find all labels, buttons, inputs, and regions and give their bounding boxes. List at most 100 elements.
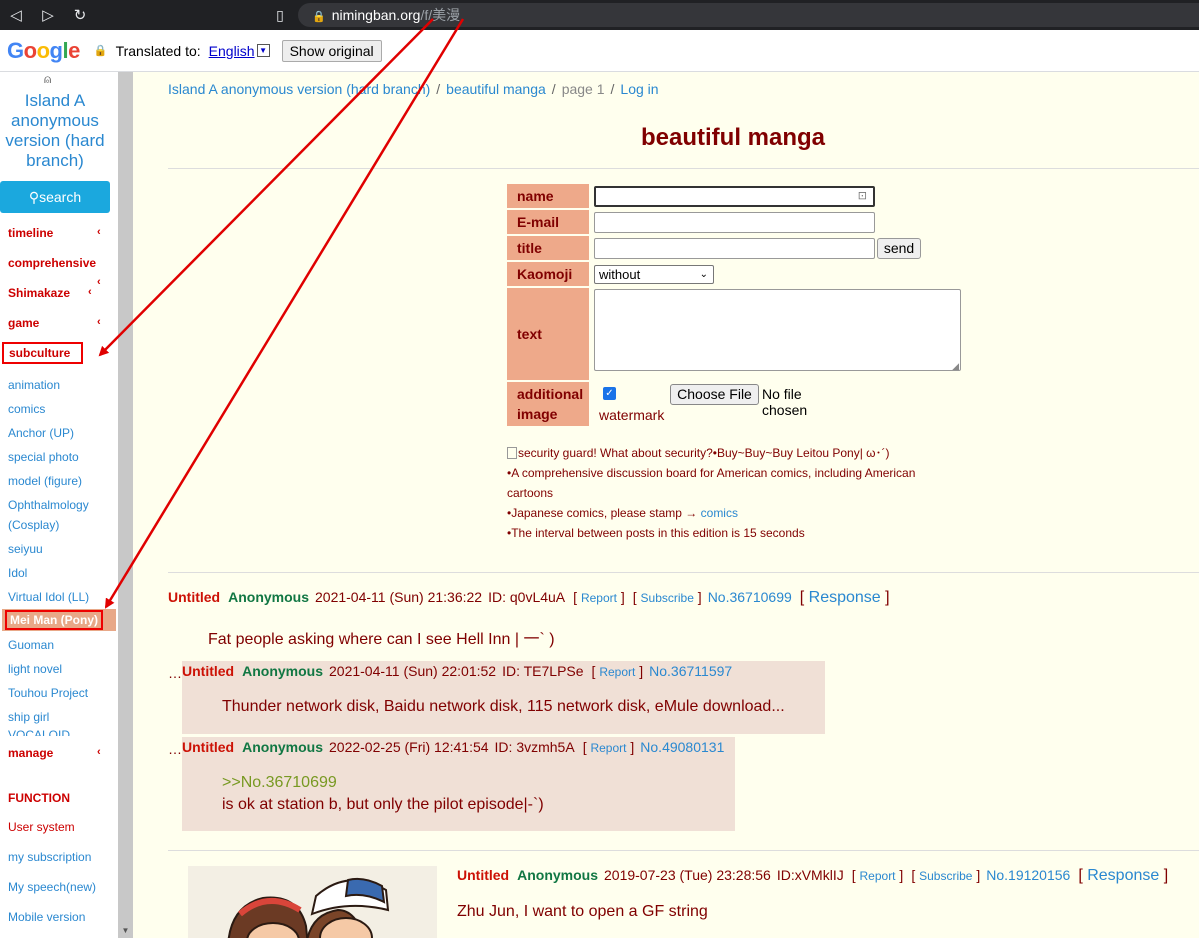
post-content: Fat people asking where can I see Hell I… xyxy=(208,631,555,648)
report-link[interactable]: Report xyxy=(599,665,635,679)
sidebar-category-shimakaze[interactable]: Shimakaze xyxy=(8,286,70,300)
chevron-left-icon[interactable]: ‹ xyxy=(88,286,92,298)
sidebar-item-touhou[interactable]: Touhou Project xyxy=(8,683,88,703)
show-original-button[interactable]: Show original xyxy=(281,39,382,62)
post-title: Untitled xyxy=(168,589,221,605)
choose-file-button[interactable]: Choose File xyxy=(670,384,759,405)
sidebar-item-mobile-version[interactable]: Mobile version xyxy=(8,907,85,927)
lock-icon: 🔒 xyxy=(312,11,326,23)
post-time: 2021-04-11 (Sun) 21:36:22 xyxy=(315,589,483,605)
sidebar-item-anchor[interactable]: Anchor (UP) xyxy=(8,423,74,443)
forward-icon[interactable]: ▷ xyxy=(32,0,64,30)
post-number[interactable]: No.19120156 xyxy=(986,867,1070,883)
address-bar[interactable]: 🔒 nimingban.org/f/美漫 xyxy=(298,3,1199,27)
login-link[interactable]: Log in xyxy=(620,81,658,97)
sidebar-category-subculture[interactable]: subculture xyxy=(2,342,83,364)
translate-bar: Google 🔒 Translated to: English ▼ Show or… xyxy=(0,30,1199,72)
sidebar-item-vocaloid[interactable]: VOCALOID xyxy=(8,728,70,736)
chevron-left-icon[interactable]: ‹ xyxy=(97,746,101,758)
sidebar-item-guoman[interactable]: Guoman xyxy=(8,635,54,655)
chevron-down-icon: ⌄ xyxy=(699,269,708,280)
board-notes: security guard! What about security?•Buy… xyxy=(507,443,927,543)
sidebar-item-seiyuu[interactable]: seiyuu xyxy=(8,539,43,559)
sidebar-category-timeline[interactable]: timeline xyxy=(8,226,53,240)
search-icon: ⚲ xyxy=(28,189,40,205)
post-id: ID:xVMklIJ xyxy=(776,867,844,883)
divider xyxy=(168,572,1199,573)
email-field[interactable] xyxy=(594,212,875,233)
back-icon[interactable]: ◁ xyxy=(0,0,32,30)
chevron-left-icon[interactable]: ‹ xyxy=(97,226,101,238)
report-link[interactable]: Report xyxy=(590,741,626,755)
sidebar-item-mei-man[interactable]: Mei Man (Pony) xyxy=(2,609,116,631)
sidebar-item-model[interactable]: model (figure) xyxy=(8,471,82,491)
text-textarea[interactable]: ◢ xyxy=(594,289,961,371)
note-line: •A comprehensive discussion board for Am… xyxy=(507,466,916,500)
report-link[interactable]: Report xyxy=(860,869,896,883)
comics-link[interactable]: comics xyxy=(701,506,738,520)
no-file-label: No file chosen xyxy=(762,386,808,418)
note-line: •The interval between posts in this edit… xyxy=(507,526,805,540)
language-select[interactable]: English xyxy=(209,43,255,59)
sidebar: ⍝ Island A anonymous version (hard branc… xyxy=(0,72,118,938)
sidebar-item-special-photo[interactable]: special photo xyxy=(8,447,79,467)
google-logo: Google xyxy=(7,37,80,63)
resize-handle-icon[interactable]: ◢ xyxy=(952,361,959,372)
lock-icon: 🔒 xyxy=(93,45,108,57)
chevron-down-icon[interactable]: ▼ xyxy=(256,44,270,57)
breadcrumb-home[interactable]: Island A anonymous version (hard branch) xyxy=(168,81,430,97)
post-content: Thunder network disk, Baidu network disk… xyxy=(222,698,785,715)
post-header: Untitled Anonymous 2021-04-11 (Sun) 22:01:… xyxy=(182,663,733,679)
post-number[interactable]: No.49080131 xyxy=(640,739,724,755)
sidebar-item-light-novel[interactable]: light novel xyxy=(8,659,62,679)
subscribe-link[interactable]: Subscribe xyxy=(919,869,972,883)
sidebar-category-game[interactable]: game xyxy=(8,316,39,330)
search-button[interactable]: ⚲search xyxy=(0,181,110,213)
sidebar-item-animation[interactable]: animation xyxy=(8,375,60,395)
title-label: title xyxy=(507,236,589,260)
sidebar-item-user-system[interactable]: User system xyxy=(8,817,75,837)
response-link[interactable]: Response xyxy=(1087,867,1159,884)
sidebar-scrollbar[interactable] xyxy=(118,72,133,938)
watermark-checkbox[interactable]: ✓ xyxy=(603,387,616,400)
site-title[interactable]: Island A anonymous version (hard branch) xyxy=(0,91,110,171)
sidebar-item-comics[interactable]: comics xyxy=(8,399,45,419)
sidebar-item-ophthalmology[interactable]: Ophthalmology xyxy=(8,495,89,515)
post-content: is ok at station b, but only the pilot e… xyxy=(222,796,544,813)
sidebar-item-my-subscription[interactable]: my subscription xyxy=(8,847,91,867)
post-header: Untitled Anonymous 2021-04-11 (Sun) 21:36:… xyxy=(168,589,890,606)
send-button[interactable]: send xyxy=(877,238,921,259)
sidebar-item-virtual-idol[interactable]: Virtual Idol (LL) xyxy=(8,587,89,607)
report-link[interactable]: Report xyxy=(581,591,617,605)
post-content: Zhu Jun, I want to open a GF string xyxy=(457,903,708,920)
scroll-down-icon[interactable]: ▼ xyxy=(118,924,133,938)
url-path: /f/美漫 xyxy=(420,7,461,23)
response-link[interactable]: Response xyxy=(809,589,881,606)
reload-icon[interactable]: ↻ xyxy=(64,0,96,30)
title-field[interactable] xyxy=(594,238,875,259)
watermark-label: watermark xyxy=(599,407,665,423)
sidebar-category-manage[interactable]: manage xyxy=(8,746,53,760)
sidebar-item-idol[interactable]: Idol xyxy=(8,563,27,583)
post-author: Anonymous xyxy=(517,867,598,883)
breadcrumb: Island A anonymous version (hard branch)… xyxy=(168,81,659,97)
post-thumbnail-image[interactable] xyxy=(188,866,437,938)
post-author: Anonymous xyxy=(242,739,323,755)
breadcrumb-board[interactable]: beautiful manga xyxy=(446,81,546,97)
sidebar-item-my-speech[interactable]: My speech(new) xyxy=(8,877,96,897)
site-logo-icon: ⍝ xyxy=(44,72,52,86)
quote-link[interactable]: >>No.36710699 xyxy=(222,774,337,792)
sidebar-item-ship-girl[interactable]: ship girl xyxy=(8,707,49,727)
subscribe-link[interactable]: Subscribe xyxy=(641,591,694,605)
name-field[interactable]: ⊡ xyxy=(594,186,875,207)
sidebar-category-comprehensive[interactable]: comprehensive xyxy=(8,256,96,270)
security-image: security guard! What about security?•Buy… xyxy=(507,443,927,463)
chevron-left-icon[interactable]: ‹ xyxy=(97,316,101,328)
sidebar-item-cosplay[interactable]: (Cosplay) xyxy=(8,515,59,535)
bookmark-icon[interactable]: ▯ xyxy=(268,0,292,30)
post-number[interactable]: No.36711597 xyxy=(649,663,732,679)
text-label: text xyxy=(507,288,589,380)
post-number[interactable]: No.36710699 xyxy=(708,589,792,605)
kaomoji-select[interactable]: without ⌄ xyxy=(594,265,714,284)
chevron-left-icon[interactable]: ‹ xyxy=(97,276,101,288)
